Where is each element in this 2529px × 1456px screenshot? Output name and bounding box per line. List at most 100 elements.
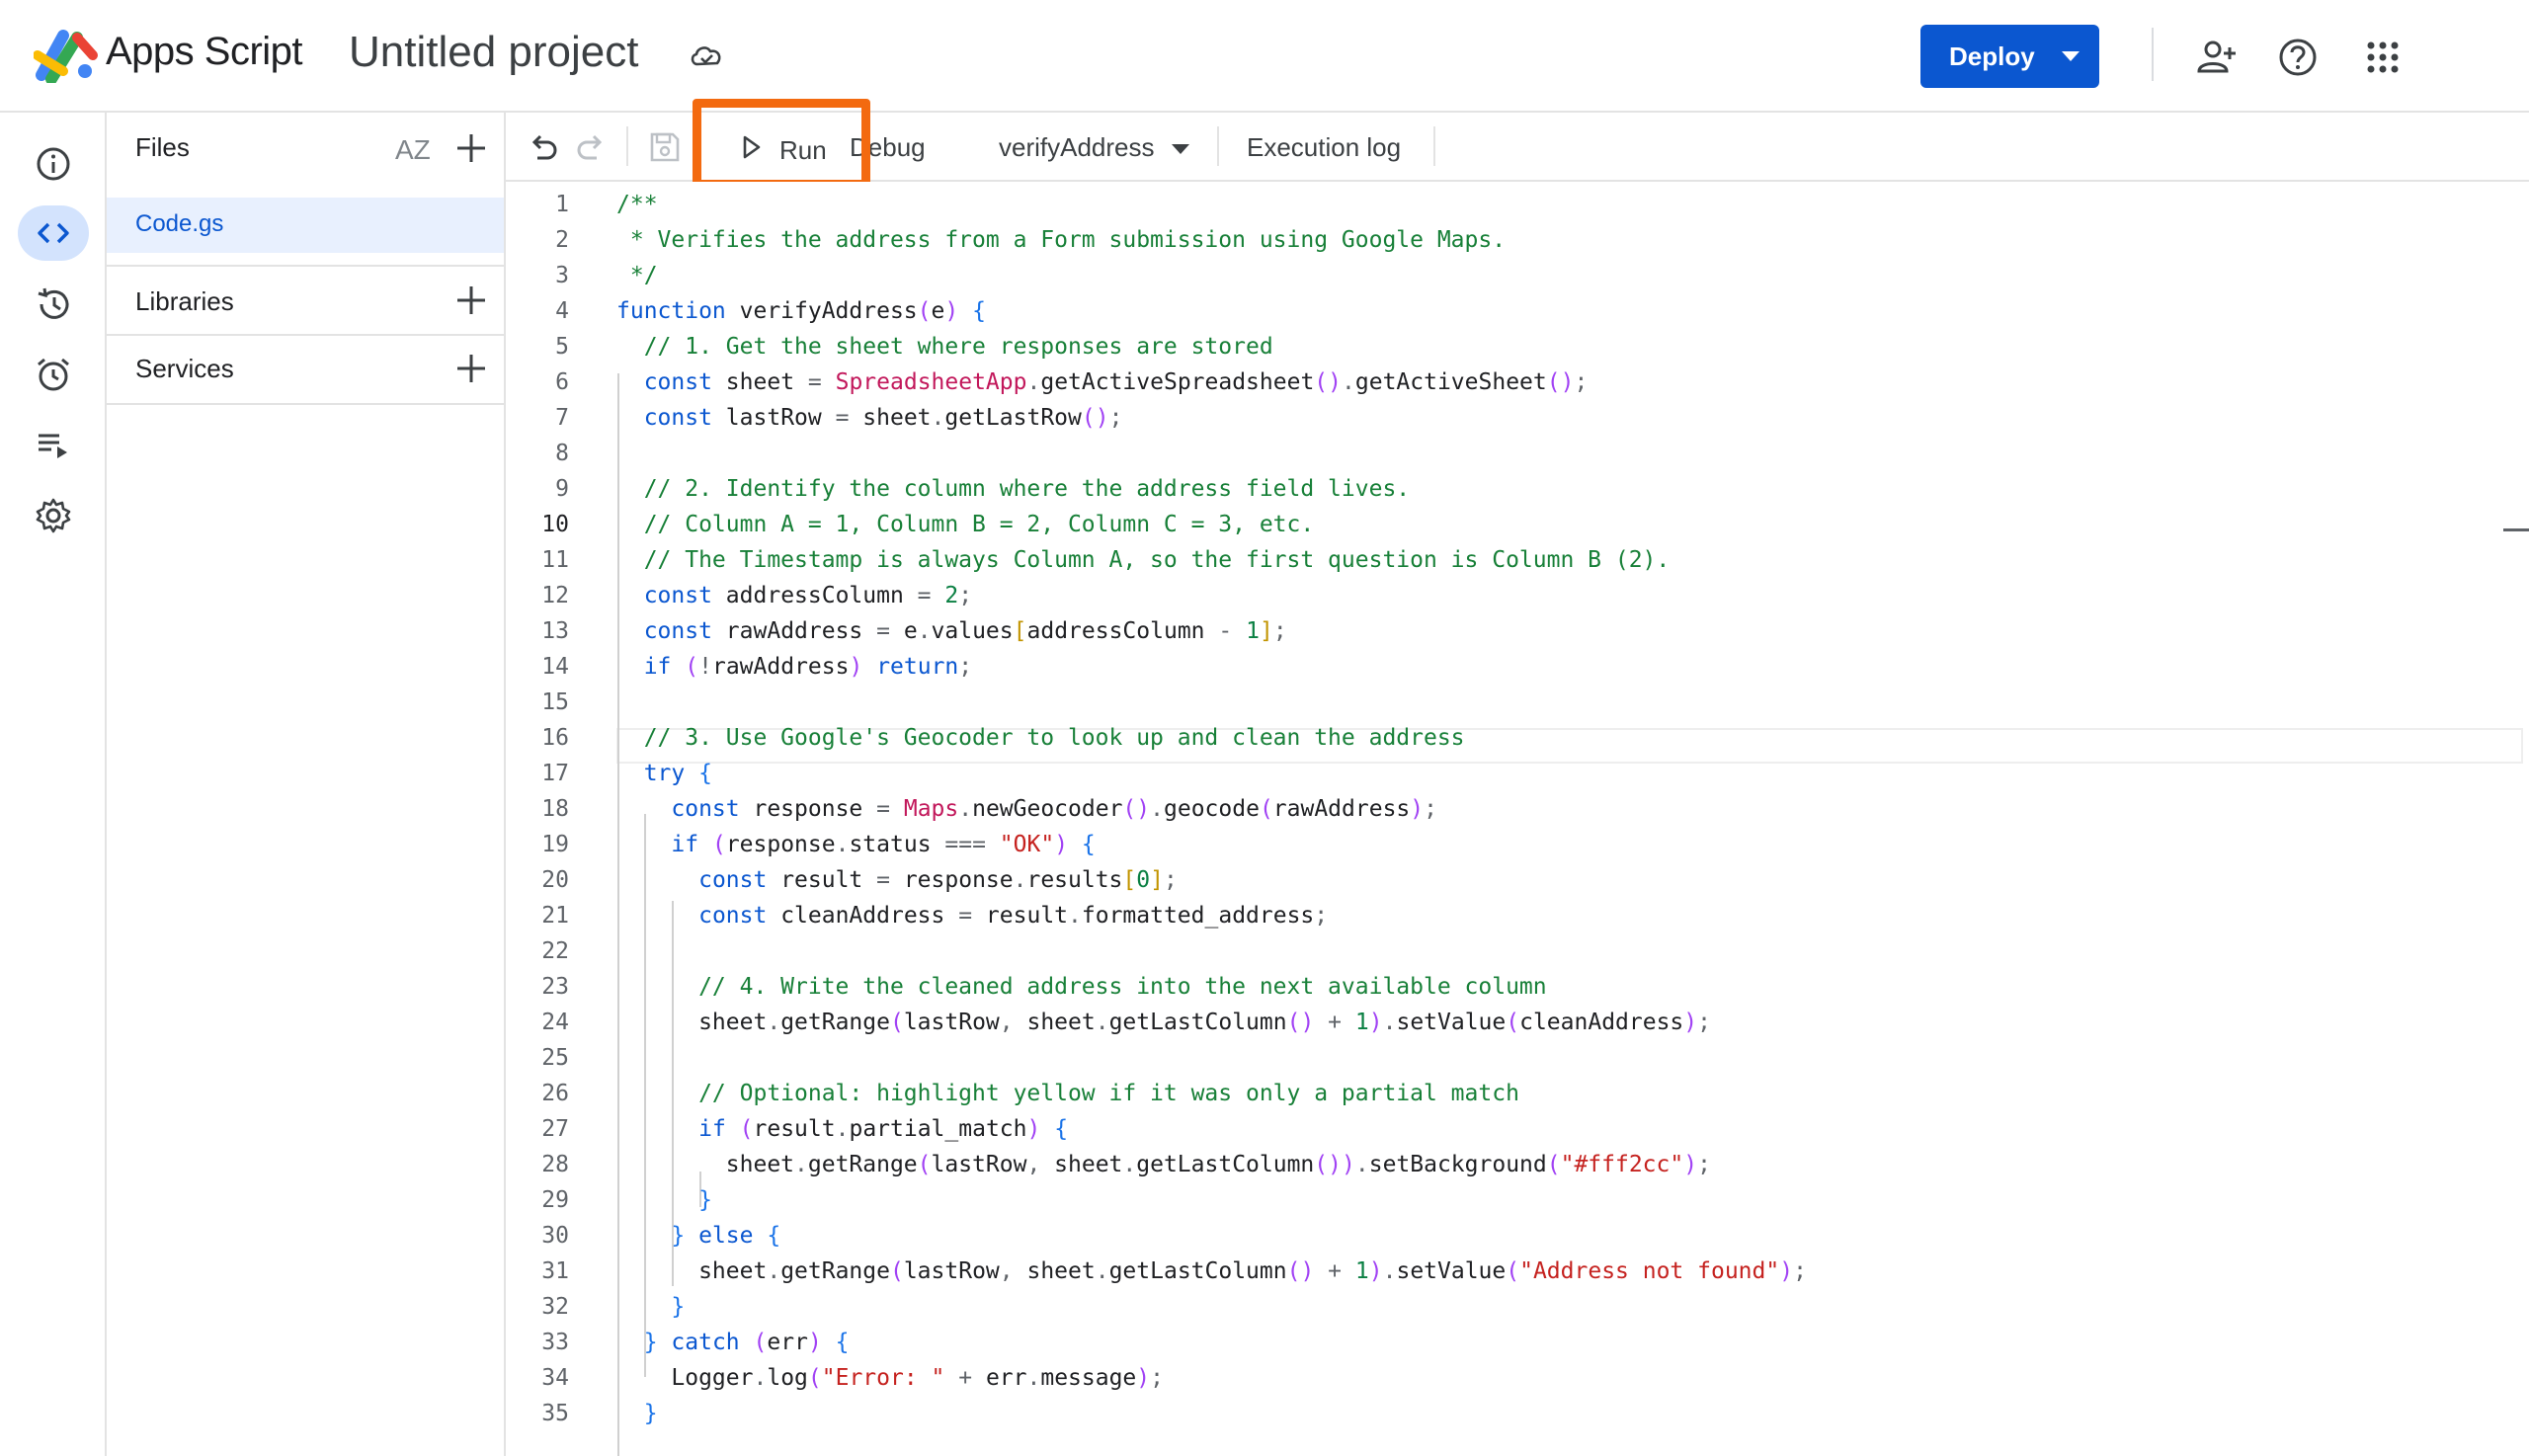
history-button[interactable] <box>18 277 89 332</box>
code-line[interactable]: 35 } <box>506 1396 2529 1431</box>
chevron-down-icon <box>1172 144 1189 154</box>
code-line[interactable]: 30 } else { <box>506 1218 2529 1254</box>
run-button[interactable]: Run <box>694 113 848 184</box>
code-line[interactable]: 1 /** <box>506 187 2529 222</box>
redo-icon[interactable] <box>575 130 609 164</box>
code-text: } catch (err) { <box>643 1330 850 1355</box>
code-line[interactable]: 22 <box>506 933 2529 969</box>
line-number: 33 <box>541 1330 569 1355</box>
run-label: Run <box>779 135 827 165</box>
editor-button[interactable] <box>18 205 89 261</box>
code-text: Logger.log("Error: " + err.message); <box>616 1365 1164 1391</box>
code-text: function verifyAddress(e) { <box>616 298 986 324</box>
code-line[interactable]: 31 sheet.getRange(lastRow, sheet.getLast… <box>506 1254 2529 1289</box>
code-text: } <box>643 1401 658 1426</box>
line-number: 14 <box>541 654 569 680</box>
code-editor[interactable]: 1 /** 2 * Verifies the address from a Form… <box>506 182 2529 1456</box>
code-line[interactable]: 3 */ <box>506 258 2529 293</box>
code-line[interactable]: 20 const result = response.results[0]; <box>506 862 2529 898</box>
line-number: 24 <box>541 1010 569 1035</box>
project-title[interactable]: Untitled project <box>349 28 638 77</box>
code-line[interactable]: 15 <box>506 685 2529 720</box>
services-section[interactable]: Services <box>107 336 504 403</box>
line-number: 3 <box>555 263 569 288</box>
undo-icon[interactable] <box>526 130 559 164</box>
code-line[interactable]: 19 if (response.status === "OK") { <box>506 827 2529 862</box>
history-icon <box>38 287 69 319</box>
deploy-button[interactable]: Deploy <box>1920 25 2099 88</box>
code-line[interactable]: 9 // 2. Identify the column where the ad… <box>506 471 2529 507</box>
code-line[interactable]: 13 const rawAddress = e.values[addressCo… <box>506 613 2529 649</box>
triggers-button[interactable] <box>18 347 89 402</box>
code-line[interactable]: 12 const addressColumn = 2; <box>506 578 2529 613</box>
code-line[interactable]: 26 // Optional: highlight yellow if it w… <box>506 1076 2529 1111</box>
libraries-heading: Libraries <box>135 286 234 316</box>
code-text: const rawAddress = e.values[addressColum… <box>643 618 1287 644</box>
code-text: if (result.partial_match) { <box>698 1116 1069 1142</box>
help-icon[interactable] <box>2276 36 2320 79</box>
executions-button[interactable] <box>18 417 89 472</box>
libraries-section[interactable]: Libraries <box>107 267 504 334</box>
code-line[interactable]: 6 const sheet = SpreadsheetApp.getActive… <box>506 364 2529 400</box>
code-line[interactable]: 5 // 1. Get the sheet where responses ar… <box>506 329 2529 364</box>
line-number: 11 <box>541 547 569 573</box>
file-item-code-gs[interactable]: Code.gs <box>107 198 504 253</box>
execution-log-button[interactable]: Execution log <box>1247 132 1401 163</box>
chevron-down-icon[interactable] <box>2062 51 2080 61</box>
code-line[interactable]: 4 function verifyAddress(e) { <box>506 293 2529 329</box>
code-text: const lastRow = sheet.getLastRow(); <box>643 405 1123 431</box>
code-line[interactable]: 16 // 3. Use Google's Geocoder to look u… <box>506 720 2529 756</box>
code-line[interactable]: 10 // Column A = 1, Column B = 2, Column… <box>506 507 2529 542</box>
add-person-icon[interactable] <box>2195 36 2239 79</box>
code-text: if (!rawAddress) return; <box>643 654 973 680</box>
line-number: 30 <box>541 1223 569 1249</box>
code-text: const response = Maps.newGeocoder().geoc… <box>671 796 1437 822</box>
code-line[interactable]: 29 } <box>506 1182 2529 1218</box>
line-number: 8 <box>555 441 569 466</box>
deploy-label: Deploy <box>1949 41 2035 71</box>
add-file-icon[interactable] <box>454 131 488 165</box>
apps-script-logo[interactable] <box>34 26 99 83</box>
line-number: 35 <box>541 1401 569 1426</box>
code-line[interactable]: 2 * Verifies the address from a Form sub… <box>506 222 2529 258</box>
code-text: const result = response.results[0]; <box>698 867 1178 893</box>
code-text: */ <box>616 263 658 288</box>
code-line[interactable]: 14 if (!rawAddress) return; <box>506 649 2529 685</box>
navigation-rail <box>0 113 107 1456</box>
line-number: 23 <box>541 974 569 1000</box>
code-icon <box>38 222 69 244</box>
save-icon[interactable] <box>648 130 682 164</box>
line-number: 15 <box>541 689 569 715</box>
code-text: } <box>671 1294 686 1320</box>
line-number: 32 <box>541 1294 569 1320</box>
code-line[interactable]: 7 const lastRow = sheet.getLastRow(); <box>506 400 2529 436</box>
cloud-saved-icon[interactable] <box>689 40 724 71</box>
files-heading: Files <box>135 132 190 162</box>
code-line[interactable]: 27 if (result.partial_match) { <box>506 1111 2529 1147</box>
line-number: 25 <box>541 1045 569 1071</box>
play-icon <box>743 135 761 159</box>
code-line[interactable]: 21 const cleanAddress = result.formatted… <box>506 898 2529 933</box>
settings-button[interactable] <box>18 488 89 543</box>
add-service-icon[interactable] <box>454 352 488 385</box>
line-number: 19 <box>541 832 569 857</box>
code-line[interactable]: 8 <box>506 436 2529 471</box>
overview-button[interactable] <box>18 136 89 192</box>
code-line[interactable]: 17 try { <box>506 756 2529 791</box>
code-line[interactable]: 28 sheet.getRange(lastRow, sheet.getLast… <box>506 1147 2529 1182</box>
top-app-bar: Apps Script Untitled project Deploy <box>0 0 2529 113</box>
code-line[interactable]: 33 } catch (err) { <box>506 1325 2529 1360</box>
info-icon <box>37 147 70 181</box>
code-line[interactable]: 24 sheet.getRange(lastRow, sheet.getLast… <box>506 1005 2529 1040</box>
code-line[interactable]: 32 } <box>506 1289 2529 1325</box>
apps-grid-icon[interactable] <box>2361 36 2405 79</box>
code-line[interactable]: 34 Logger.log("Error: " + err.message); <box>506 1360 2529 1396</box>
code-line[interactable]: 25 <box>506 1040 2529 1076</box>
code-line[interactable]: 23 // 4. Write the cleaned address into … <box>506 969 2529 1005</box>
code-line[interactable]: 11 // The Timestamp is always Column A, … <box>506 542 2529 578</box>
debug-button[interactable]: Debug <box>850 132 926 163</box>
file-name: Code.gs <box>135 210 224 237</box>
sort-az-icon[interactable]: AZ <box>395 134 431 166</box>
add-library-icon[interactable] <box>454 283 488 317</box>
code-line[interactable]: 18 const response = Maps.newGeocoder().g… <box>506 791 2529 827</box>
